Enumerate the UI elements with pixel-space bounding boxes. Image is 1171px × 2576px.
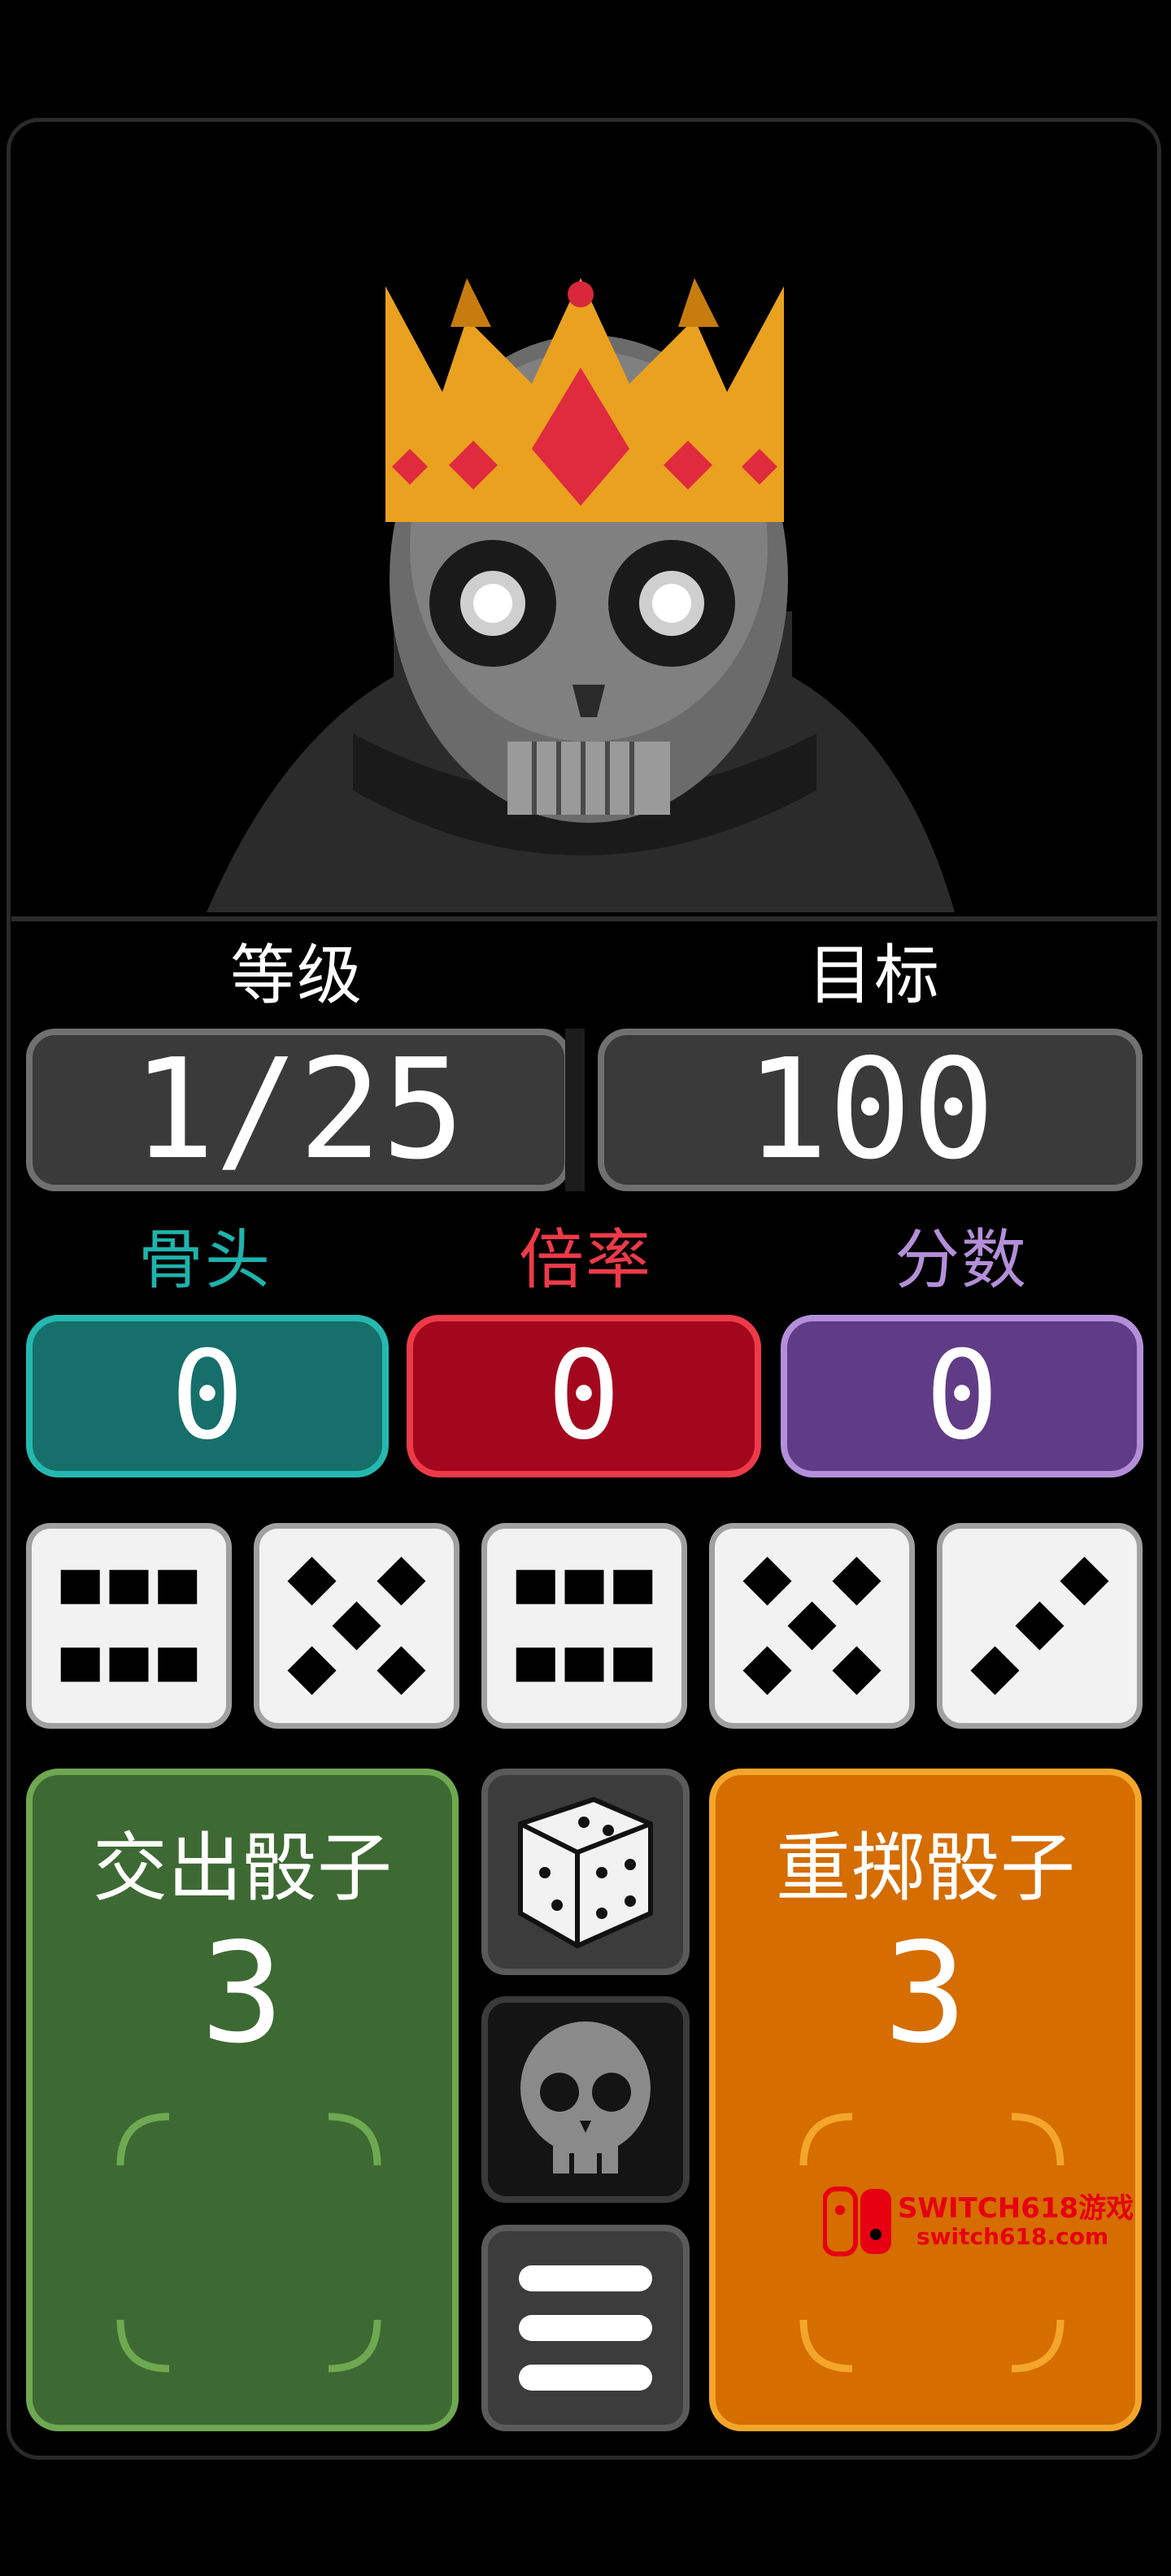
bones-counter: 0: [26, 1315, 389, 1477]
stats-divider: [565, 1029, 585, 1191]
die-pip: [109, 1569, 149, 1604]
die-pip: [613, 1569, 653, 1604]
die-pip: [287, 1556, 337, 1606]
reroll-dice-title: 重掷骰子: [775, 1825, 1075, 1912]
die-pip: [1060, 1556, 1109, 1606]
die-pip: [60, 1647, 100, 1682]
die-pip: [970, 1646, 1020, 1695]
die-face-5: [287, 1556, 426, 1695]
die-4[interactable]: [709, 1523, 915, 1729]
hand-over-dice-slot[interactable]: [112, 2108, 385, 2377]
skull-icon: [520, 2021, 651, 2174]
bones-label: 骨头: [138, 1222, 272, 1298]
level-value-box: 1/25: [26, 1029, 571, 1191]
die-pip: [1015, 1601, 1064, 1651]
die-pip: [377, 1646, 426, 1695]
skull-button[interactable]: [481, 1996, 690, 2203]
score-counter: 0: [781, 1315, 1143, 1477]
die-pip: [516, 1647, 555, 1682]
multiplier-counter: 0: [407, 1315, 761, 1477]
die-pip: [109, 1647, 149, 1682]
die-pip: [832, 1646, 882, 1695]
die-pip: [742, 1556, 792, 1606]
skull-king-portrait: [11, 124, 1160, 921]
level-value: 1/25: [132, 1029, 465, 1190]
die-pip: [564, 1647, 604, 1682]
roll-dice-button[interactable]: [481, 1769, 690, 1975]
die-2[interactable]: [254, 1523, 459, 1729]
hand-over-dice-title: 交出骰子: [92, 1825, 392, 1912]
die-1[interactable]: [26, 1523, 232, 1729]
die-face-5: [742, 1556, 882, 1695]
reroll-dice-panel[interactable]: 重掷骰子 3: [709, 1769, 1142, 2431]
watermark: SWITCH618游戏 switch618.com: [823, 2186, 1156, 2257]
die-pip: [332, 1601, 381, 1651]
die-pip: [564, 1569, 604, 1604]
die-face-3: [970, 1556, 1109, 1695]
menu-button[interactable]: [481, 2225, 690, 2431]
die-pip: [158, 1647, 198, 1682]
die-pip: [613, 1647, 653, 1682]
die-pip: [158, 1569, 198, 1604]
target-value: 100: [745, 1029, 995, 1190]
die-pip: [787, 1601, 837, 1651]
die-pip: [287, 1646, 337, 1695]
die-pip: [377, 1556, 426, 1606]
dice-icon: [518, 1796, 653, 1949]
reroll-dice-count: 3: [883, 1913, 968, 2074]
die-pip: [60, 1569, 100, 1604]
multiplier-value: 0: [546, 1325, 621, 1467]
target-value-box: 100: [598, 1029, 1143, 1191]
watermark-url: switch618.com: [916, 2223, 1109, 2250]
die-pip: [832, 1556, 882, 1606]
die-face-6: [516, 1569, 653, 1682]
watermark-title: SWITCH618游戏: [898, 2192, 1134, 2225]
die-5[interactable]: [937, 1523, 1143, 1729]
score-label: 分数: [895, 1222, 1028, 1298]
bones-value: 0: [170, 1325, 245, 1467]
die-pip: [516, 1569, 555, 1604]
menu-icon: [519, 2265, 652, 2391]
die-3[interactable]: [481, 1523, 687, 1729]
target-label: 目标: [808, 938, 941, 1013]
die-pip: [742, 1646, 792, 1695]
multiplier-label: 倍率: [519, 1222, 652, 1298]
score-value: 0: [925, 1325, 999, 1467]
die-face-6: [60, 1569, 198, 1682]
hand-over-dice-count: 3: [200, 1913, 285, 2074]
level-label: 等级: [230, 938, 363, 1013]
hand-over-dice-panel[interactable]: 交出骰子 3: [26, 1769, 459, 2431]
